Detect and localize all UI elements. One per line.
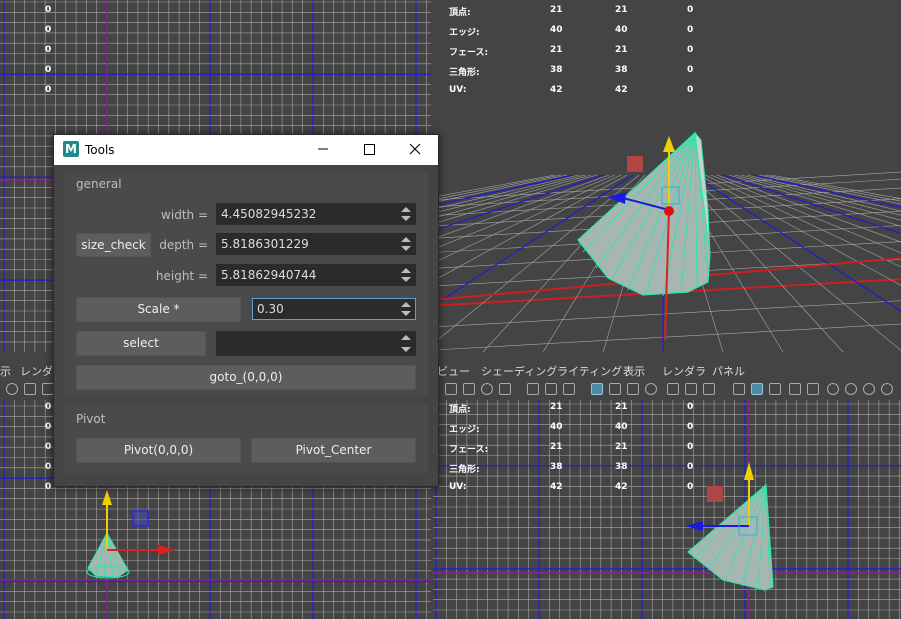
width-spinner[interactable] (399, 206, 413, 222)
menu-renderer[interactable]: レンダラ (662, 363, 706, 379)
height-spinner[interactable] (399, 267, 413, 283)
scale-spinner[interactable] (399, 301, 413, 317)
height-label: height = (155, 269, 208, 283)
close-button[interactable] (392, 135, 438, 165)
height-input[interactable] (221, 265, 393, 285)
menu-show[interactable]: 表示 (623, 363, 645, 379)
grid-icon[interactable] (591, 383, 603, 395)
scale-input[interactable] (257, 299, 393, 319)
general-group: general width = size_check depth = heigh… (64, 171, 428, 397)
textured-icon[interactable] (807, 383, 819, 395)
scale-button[interactable]: Scale * (76, 297, 241, 322)
shadows-icon[interactable] (845, 383, 857, 395)
resolution-gate-icon[interactable] (627, 383, 639, 395)
menu-view[interactable]: ビュー (437, 363, 470, 379)
viewport-toolbar-bottom-left (0, 380, 60, 400)
cone-mesh-bottom[interactable] (687, 483, 774, 591)
maximize-button[interactable] (346, 135, 392, 165)
pivot-group-title: Pivot (76, 412, 106, 426)
pivot-marker-bottom (707, 486, 723, 502)
viewport-perspective[interactable]: 頂点: 21 21 0 エッジ: 40 40 0 フェース: 21 21 0 三角形: 38 38 0 … (433, 0, 901, 352)
grease-pencil-icon[interactable] (545, 383, 557, 395)
select-field[interactable] (216, 331, 416, 356)
depth-field[interactable] (216, 233, 416, 255)
lighting-icon[interactable] (827, 383, 839, 395)
scale-field[interactable] (252, 298, 416, 320)
grid-bottom-right (433, 400, 901, 619)
width-label: width = (161, 208, 208, 222)
menu-shading[interactable]: シェーディング (481, 363, 557, 379)
select-input[interactable] (221, 332, 393, 355)
pivot-group: Pivot Pivot(0,0,0) Pivot_Center (64, 405, 428, 473)
select-spinner[interactable] (399, 334, 413, 353)
pivot-center-button[interactable]: Pivot_Center (251, 438, 416, 463)
select-button[interactable]: select (76, 331, 206, 356)
viewport-menu-bottom-right: ビュー シェーディング ライティング 表示 レンダラ パネル (433, 361, 901, 378)
image-plane-icon[interactable] (499, 383, 511, 395)
dialog-titlebar[interactable]: M Tools (54, 135, 438, 165)
pencil-icon[interactable] (563, 383, 575, 395)
tools-dialog: M Tools general width = size_check depth… (53, 134, 439, 487)
wireframe-on-shaded-icon[interactable] (769, 383, 781, 395)
maya-logo-icon: M (63, 141, 79, 157)
grid-toggle-icon[interactable] (24, 383, 36, 395)
depth-spinner[interactable] (399, 236, 413, 252)
anti-aliasing-icon[interactable] (881, 383, 893, 395)
depth-label: depth = (159, 238, 208, 252)
cone-mesh[interactable] (577, 131, 711, 297)
goto-origin-button[interactable]: goto_(0,0,0) (76, 365, 416, 390)
gate-mask-icon[interactable] (645, 383, 657, 395)
menu-panels[interactable]: パネル (712, 363, 745, 379)
menu-show[interactable]: 示 (0, 363, 11, 379)
safe-action-icon[interactable] (685, 383, 697, 395)
pivot-origin-button[interactable]: Pivot(0,0,0) (76, 438, 241, 463)
field-chart-icon[interactable] (667, 383, 679, 395)
close-icon (409, 143, 421, 155)
smooth-shade-icon[interactable] (751, 383, 763, 395)
film-gate-icon[interactable] (609, 383, 621, 395)
general-group-title: general (76, 177, 122, 191)
bookmark-icon[interactable] (481, 383, 493, 395)
safe-title-icon[interactable] (703, 383, 715, 395)
perspective-scene (433, 131, 901, 352)
ambient-occlusion-icon[interactable] (863, 383, 875, 395)
select-camera-icon[interactable] (445, 383, 457, 395)
camera-icon[interactable] (6, 383, 18, 395)
camera-attributes-icon[interactable] (463, 383, 475, 395)
pivot-marker (627, 156, 643, 172)
dialog-title: Tools (85, 143, 115, 157)
viewport-bottom-right[interactable]: 頂点: 21 21 0 エッジ: 40 40 0 フェース: 21 21 0 三角形: 38 38 0 … (433, 400, 901, 619)
width-input[interactable] (221, 204, 393, 224)
menu-lighting[interactable]: ライティング (557, 363, 622, 379)
xray-icon[interactable] (789, 383, 801, 395)
wireframe-icon[interactable] (733, 383, 745, 395)
two-d-pan-icon[interactable] (527, 383, 539, 395)
width-field[interactable] (216, 203, 416, 225)
height-field[interactable] (216, 264, 416, 286)
viewport-toolbar-bottom-right (433, 380, 901, 400)
depth-input[interactable] (221, 234, 393, 254)
minimize-button[interactable] (300, 135, 346, 165)
